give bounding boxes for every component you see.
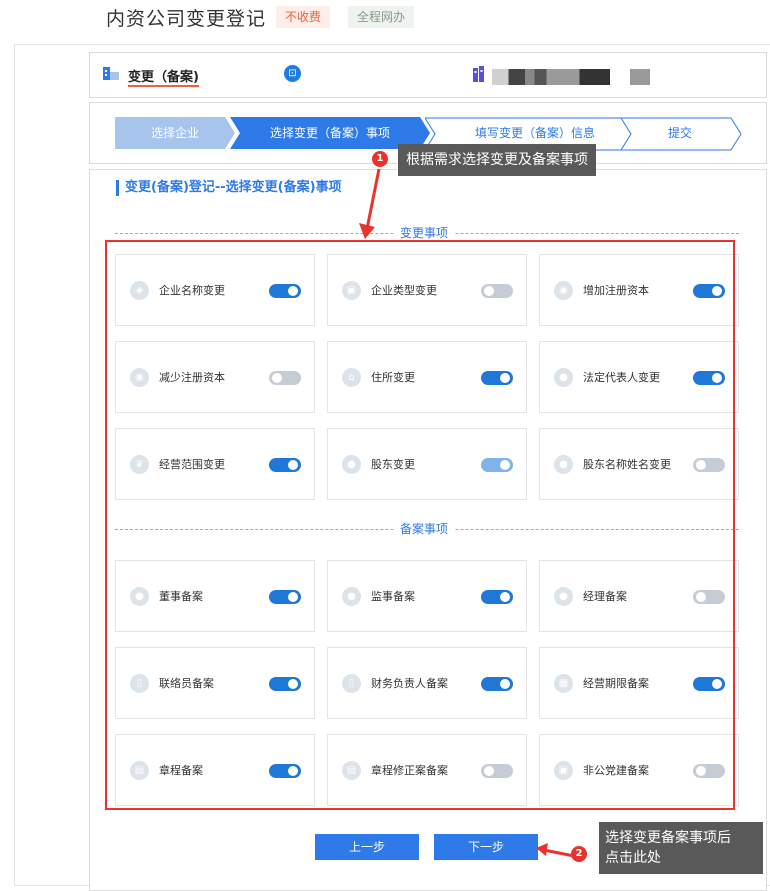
prev-step-button[interactable]: 上一步 — [315, 834, 419, 860]
annotation-2-arrow — [536, 843, 575, 858]
company-id-redacted — [630, 69, 650, 85]
business-type-label: 变更（备案) — [128, 70, 199, 85]
online-tag: 全程网办 — [348, 6, 415, 28]
section-title: 变更(备案)登记--选择变更(备案)事项 — [116, 180, 342, 196]
annotation-2-text-line1: 选择变更备案事项后 — [605, 830, 731, 846]
building-icon — [473, 66, 484, 82]
company-name-redacted — [492, 69, 610, 85]
next-step-button[interactable]: 下一步 — [434, 834, 538, 860]
highlight-box — [105, 240, 735, 810]
annotation-1-arrow — [359, 168, 381, 239]
business-icon — [103, 67, 119, 80]
step-submit: 提交 — [667, 126, 692, 140]
annotation-2-tooltip: 选择变更备案事项后 点击此处 — [599, 822, 763, 874]
page-title: 内资公司变更登记 — [106, 8, 267, 30]
fee-tag: 不收费 — [276, 6, 331, 28]
qr-code-icon[interactable]: ⊡ — [284, 65, 301, 82]
annotation-1-text: 根据需求选择变更及备案事项 — [406, 152, 588, 168]
annotation-1-tooltip: 根据需求选择变更及备案事项 — [398, 144, 596, 176]
step-select-enterprise: 选择企业 — [115, 117, 235, 149]
change-section-label: 变更事项 — [394, 224, 455, 241]
active-tab-underline — [128, 85, 199, 87]
annotation-2-text-line2: 点击此处 — [605, 850, 661, 866]
